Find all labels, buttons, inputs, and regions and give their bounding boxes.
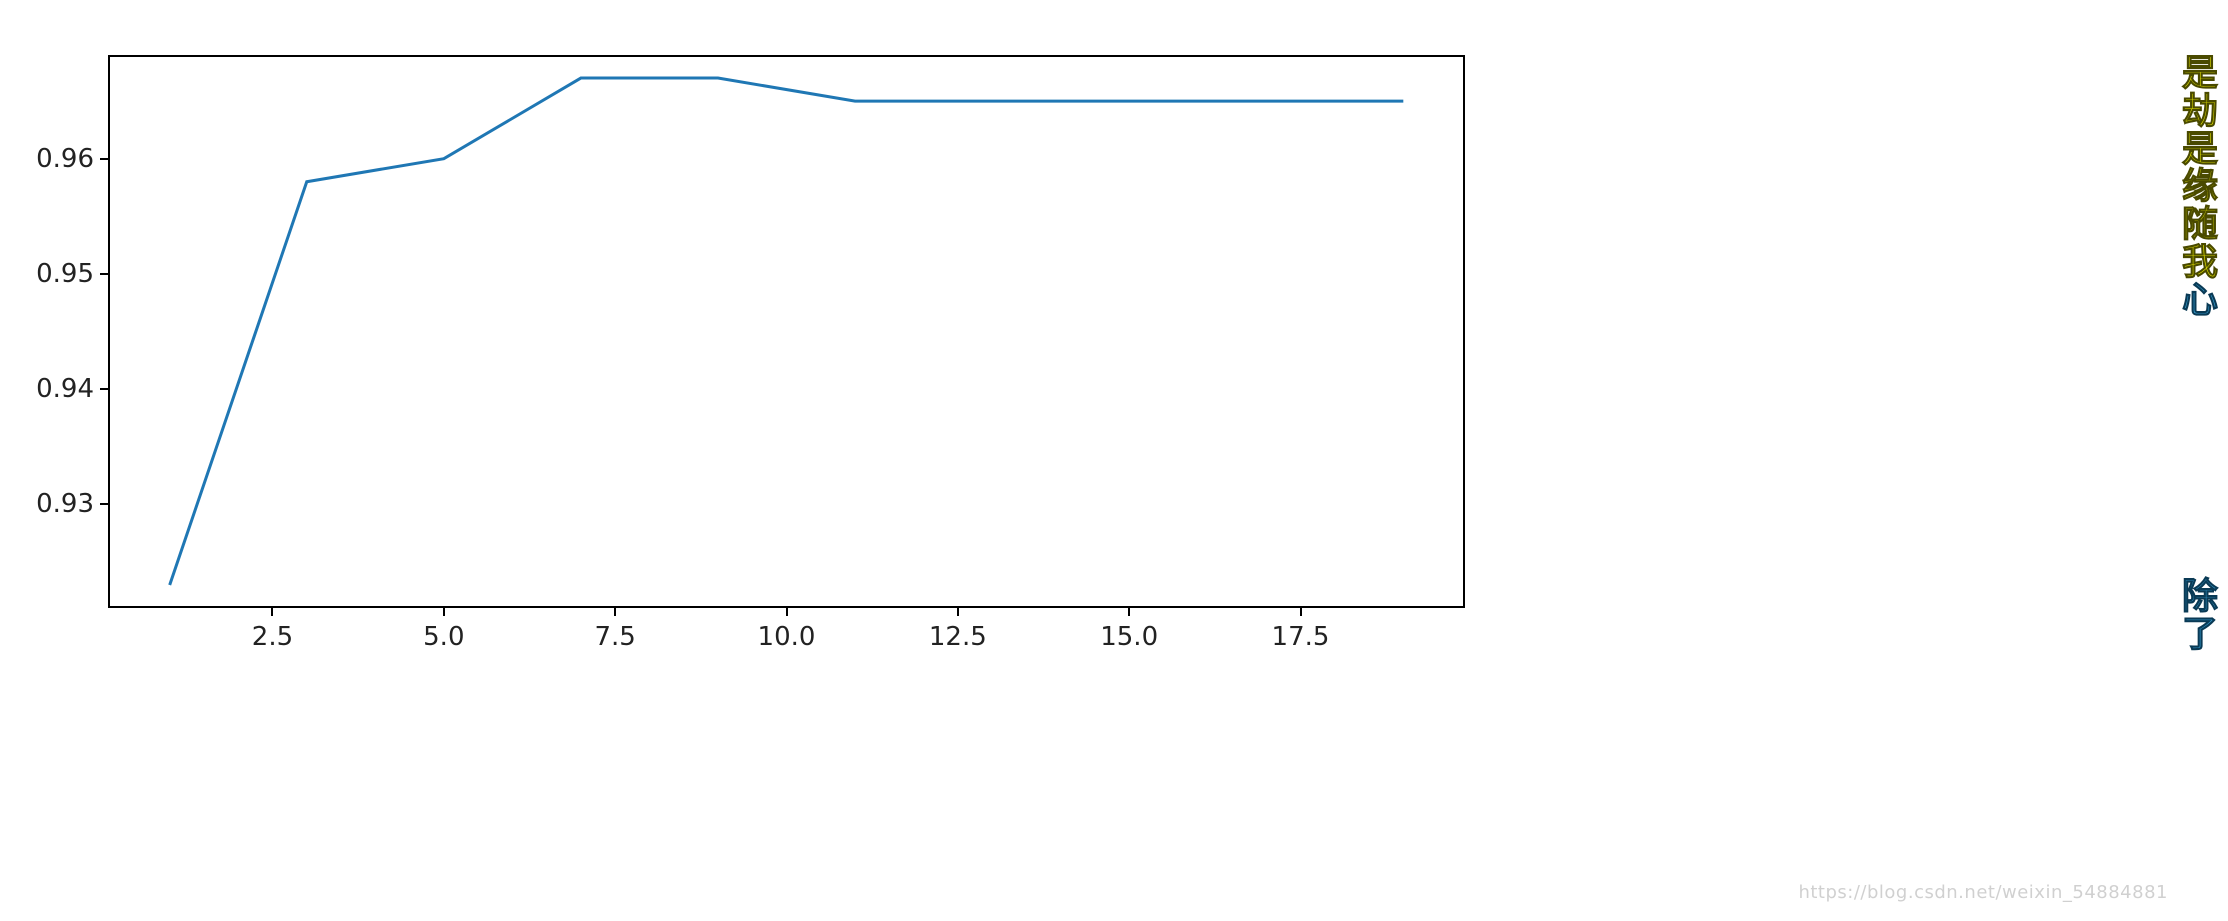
- watermark-char: 心: [2180, 282, 2220, 320]
- watermark-char: 除: [2180, 578, 2220, 616]
- x-tick-mark: [614, 608, 616, 616]
- y-tick-mark: [100, 503, 108, 505]
- x-tick-mark: [1300, 608, 1302, 616]
- chart-line-svg: [0, 0, 1475, 618]
- x-tick-label: 17.5: [1272, 622, 1330, 652]
- x-tick-label: 12.5: [929, 622, 987, 652]
- x-tick-label: 7.5: [594, 622, 635, 652]
- watermark-char: 了: [2180, 616, 2220, 654]
- x-tick-label: 15.0: [1100, 622, 1158, 652]
- x-tick-mark: [271, 608, 273, 616]
- watermark-char: 我: [2180, 244, 2220, 282]
- y-tick-label: 0.95: [16, 259, 94, 289]
- watermark-char: 是: [2180, 55, 2220, 93]
- watermark-cn-top: 是劫是缘随我心: [2180, 55, 2220, 320]
- y-tick-mark: [100, 388, 108, 390]
- watermark-char: 随: [2180, 206, 2220, 244]
- x-tick-label: 5.0: [423, 622, 464, 652]
- watermark-cn-bottom: 除了: [2180, 578, 2220, 654]
- x-tick-mark: [786, 608, 788, 616]
- x-tick-mark: [957, 608, 959, 616]
- chart-line: [170, 78, 1404, 585]
- y-tick-label: 0.96: [16, 144, 94, 174]
- x-tick-label: 10.0: [758, 622, 816, 652]
- watermark-char: 缘: [2180, 168, 2220, 206]
- y-tick-mark: [100, 158, 108, 160]
- y-tick-label: 0.94: [16, 374, 94, 404]
- x-tick-label: 2.5: [252, 622, 293, 652]
- y-tick-mark: [100, 273, 108, 275]
- watermark-char: 是: [2180, 131, 2220, 169]
- y-tick-label: 0.93: [16, 489, 94, 519]
- watermark-url: https://blog.csdn.net/weixin_54884881: [1798, 882, 2168, 903]
- x-tick-mark: [1128, 608, 1130, 616]
- watermark-char: 劫: [2180, 93, 2220, 131]
- x-tick-mark: [443, 608, 445, 616]
